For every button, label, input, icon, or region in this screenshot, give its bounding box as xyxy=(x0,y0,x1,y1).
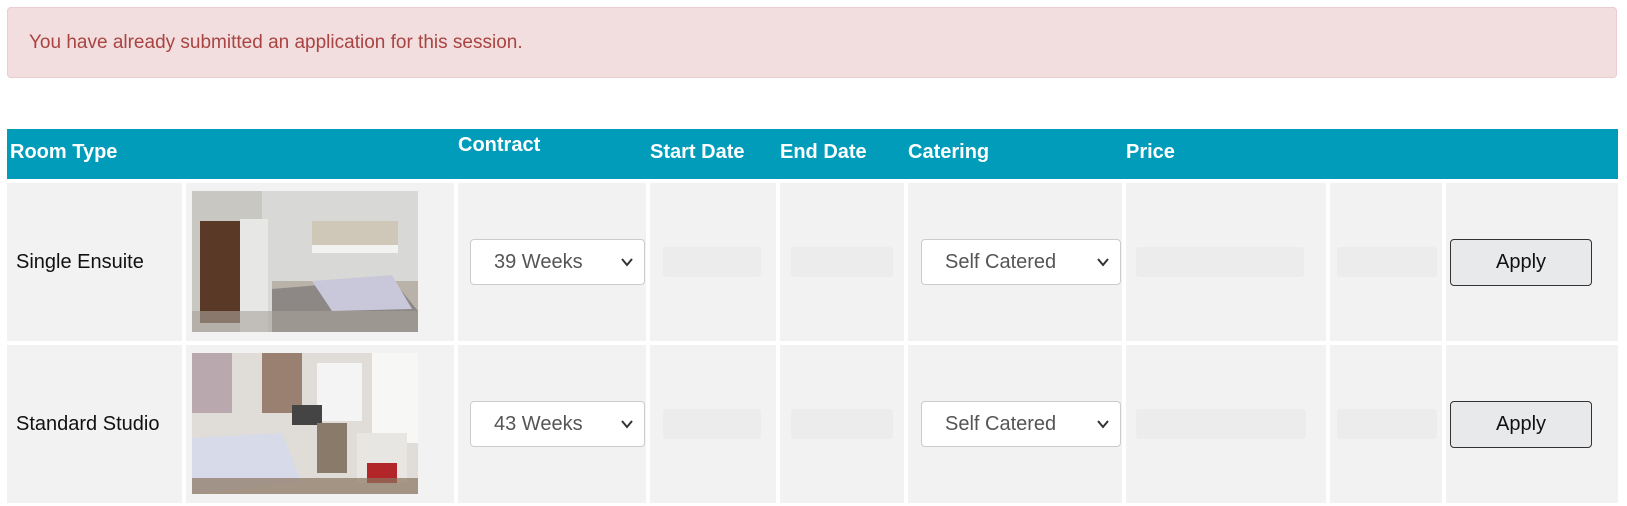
start-date-value xyxy=(663,247,761,277)
contract-select[interactable]: 43 Weeks xyxy=(470,401,645,447)
chevron-down-icon xyxy=(1097,420,1109,429)
apply-button[interactable]: Apply xyxy=(1450,239,1592,286)
header-room-type: Room Type xyxy=(10,141,118,163)
end-date-value xyxy=(791,409,893,439)
header-catering: Catering xyxy=(908,141,990,163)
alert-message: You have already submitted an applicatio… xyxy=(29,31,523,53)
catering-select[interactable]: Self Catered xyxy=(921,401,1121,447)
header-start-date: Start Date xyxy=(650,141,745,163)
extra-value xyxy=(1337,409,1437,439)
room-type-name: Standard Studio xyxy=(16,412,160,435)
contract-select[interactable]: 39 Weeks xyxy=(470,239,645,285)
rooms-table: Room Type Contract Start Date End Date C… xyxy=(7,129,1618,503)
catering-select-value: Self Catered xyxy=(945,412,1057,435)
apply-button[interactable]: Apply xyxy=(1450,401,1592,448)
header-price: Price xyxy=(1126,141,1175,163)
table-header: Room Type Contract Start Date End Date C… xyxy=(7,129,1618,179)
table-row: Standard Studio 43 Weeks Self Catered Ap… xyxy=(7,345,1618,503)
catering-select[interactable]: Self Catered xyxy=(921,239,1121,285)
catering-select-value: Self Catered xyxy=(945,250,1057,273)
price-value xyxy=(1136,409,1306,439)
room-photo xyxy=(192,191,418,332)
extra-value xyxy=(1337,247,1437,277)
start-date-value xyxy=(663,409,761,439)
price-value xyxy=(1136,247,1304,277)
room-photo xyxy=(192,353,418,494)
error-alert: You have already submitted an applicatio… xyxy=(7,7,1617,78)
chevron-down-icon xyxy=(1097,258,1109,267)
chevron-down-icon xyxy=(621,258,633,267)
room-type-name: Single Ensuite xyxy=(16,250,144,273)
chevron-down-icon xyxy=(621,420,633,429)
end-date-value xyxy=(791,247,893,277)
header-end-date: End Date xyxy=(780,141,867,163)
contract-select-value: 43 Weeks xyxy=(494,412,583,435)
header-contract: Contract xyxy=(458,134,541,156)
table-row: Single Ensuite 39 Weeks Self Catered App… xyxy=(7,183,1618,341)
contract-select-value: 39 Weeks xyxy=(494,250,583,273)
